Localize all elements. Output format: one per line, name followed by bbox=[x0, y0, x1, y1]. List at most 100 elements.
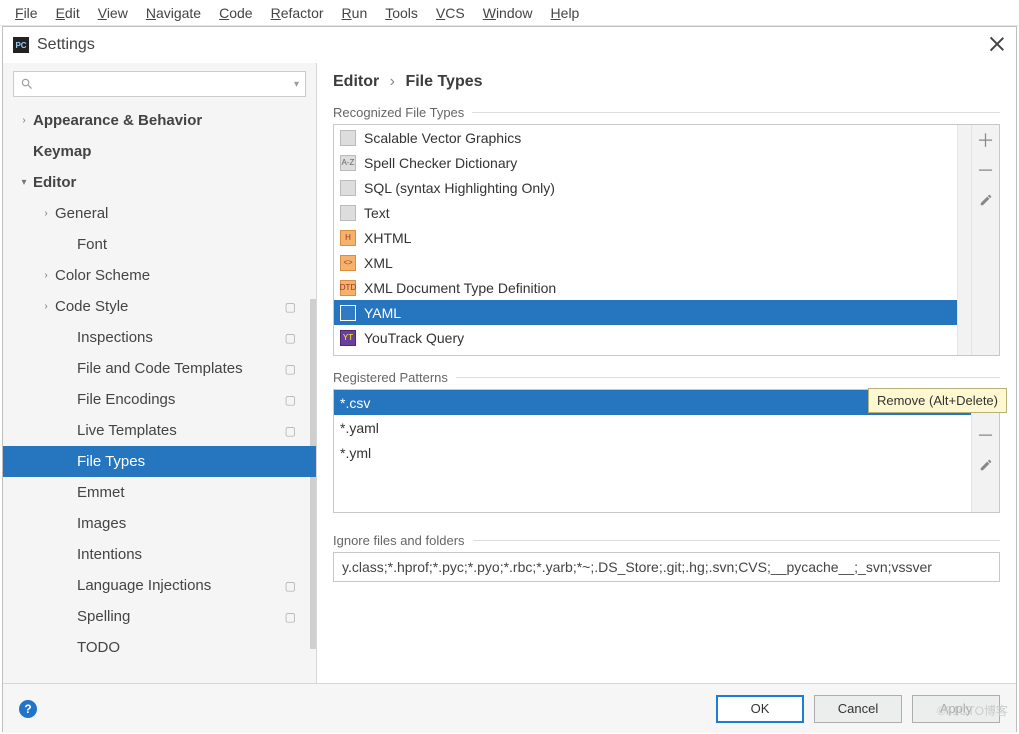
filetype-row[interactable]: YTYouTrack Query bbox=[334, 325, 957, 350]
tree-arrow-icon: ▾ bbox=[17, 176, 31, 190]
tree-item-label: File Encodings bbox=[75, 391, 175, 408]
scope-icon: ▢ bbox=[285, 362, 296, 376]
tree-item-live-templates[interactable]: Live Templates▢ bbox=[3, 415, 316, 446]
settings-search-box[interactable]: ▾ bbox=[13, 71, 306, 97]
menu-help[interactable]: Help bbox=[542, 2, 589, 24]
ignore-label: Ignore files and folders bbox=[333, 533, 1000, 548]
tree-item-code-style[interactable]: ›Code Style▢ bbox=[3, 291, 316, 322]
tree-item-editor[interactable]: ▾Editor bbox=[3, 167, 316, 198]
remove-pattern-button[interactable]: － bbox=[972, 420, 1000, 450]
tree-item-label: Color Scheme bbox=[53, 267, 150, 284]
filetype-row[interactable]: YAML bbox=[334, 300, 957, 325]
filetype-label: XHTML bbox=[364, 230, 411, 246]
tree-arrow-icon bbox=[61, 548, 75, 562]
settings-dialog: PC Settings ▾ ›Appearance & BehaviorKeym… bbox=[2, 26, 1017, 732]
filetype-row[interactable]: SQL (syntax Highlighting Only) bbox=[334, 175, 957, 200]
tree-item-inspections[interactable]: Inspections▢ bbox=[3, 322, 316, 353]
filetype-label: YouTrack Query bbox=[364, 330, 464, 346]
menu-vcs[interactable]: VCS bbox=[427, 2, 474, 24]
tree-item-file-encodings[interactable]: File Encodings ▢ bbox=[3, 384, 316, 415]
filetype-row[interactable]: Text bbox=[334, 200, 957, 225]
filetype-row[interactable]: H XHTML bbox=[334, 225, 957, 250]
scope-icon: ▢ bbox=[285, 393, 296, 407]
tree-item-images[interactable]: Images bbox=[3, 508, 316, 539]
recognized-file-types-list[interactable]: Scalable Vector GraphicsA-ZSpell Checker… bbox=[333, 124, 1000, 356]
menu-window[interactable]: Window bbox=[474, 2, 542, 24]
filetype-icon bbox=[340, 180, 356, 196]
settings-sidebar: ▾ ›Appearance & BehaviorKeymap▾Editor›Ge… bbox=[3, 63, 317, 683]
pattern-label: *.yaml bbox=[340, 420, 379, 436]
scope-icon: ▢ bbox=[285, 579, 296, 593]
filetype-icon: <> bbox=[340, 255, 356, 271]
pattern-row[interactable]: *.yaml bbox=[334, 415, 971, 440]
filetype-icon: DTD bbox=[340, 280, 356, 296]
tree-item-intentions[interactable]: Intentions bbox=[3, 539, 316, 570]
filetype-label: Text bbox=[364, 205, 390, 221]
tree-item-spelling[interactable]: Spelling▢ bbox=[3, 601, 316, 632]
pycharm-icon: PC bbox=[13, 37, 29, 53]
menu-refactor[interactable]: Refactor bbox=[262, 2, 333, 24]
tree-arrow-icon: › bbox=[17, 114, 31, 128]
tree-item-font[interactable]: Font bbox=[3, 229, 316, 260]
menu-run[interactable]: Run bbox=[333, 2, 377, 24]
scrollbar[interactable] bbox=[957, 125, 971, 355]
menu-navigate[interactable]: Navigate bbox=[137, 2, 210, 24]
filetype-label: Spell Checker Dictionary bbox=[364, 155, 517, 171]
tree-item-appearance-behavior[interactable]: ›Appearance & Behavior bbox=[3, 105, 316, 136]
tree-item-label: File Types bbox=[75, 453, 145, 470]
menu-file[interactable]: File bbox=[6, 2, 47, 24]
tree-item-general[interactable]: ›General bbox=[3, 198, 316, 229]
tree-item-language-injections[interactable]: Language Injections▢ bbox=[3, 570, 316, 601]
cancel-button[interactable]: Cancel bbox=[814, 695, 902, 723]
tree-arrow-icon bbox=[61, 362, 75, 376]
add-filetype-button[interactable]: ＋ bbox=[972, 125, 1000, 155]
tree-item-label: Images bbox=[75, 515, 126, 532]
close-icon[interactable] bbox=[988, 35, 1006, 53]
filetype-label: XML bbox=[364, 255, 393, 271]
tree-arrow-icon bbox=[61, 393, 75, 407]
filetype-row[interactable]: A-ZSpell Checker Dictionary bbox=[334, 150, 957, 175]
tree-item-label: Font bbox=[75, 236, 107, 253]
ignore-input[interactable] bbox=[333, 552, 1000, 582]
apply-button[interactable]: Apply bbox=[912, 695, 1000, 723]
filetype-row[interactable]: DTDXML Document Type Definition bbox=[334, 275, 957, 300]
tree-item-label: Spelling bbox=[75, 608, 130, 625]
menu-code[interactable]: Code bbox=[210, 2, 261, 24]
edit-pattern-button[interactable] bbox=[972, 450, 1000, 480]
search-input[interactable] bbox=[38, 77, 294, 92]
tree-item-file-and-code-templates[interactable]: File and Code Templates▢ bbox=[3, 353, 316, 384]
pattern-row[interactable]: *.yml bbox=[334, 440, 971, 465]
remove-filetype-button[interactable]: － bbox=[972, 155, 1000, 185]
dialog-title: Settings bbox=[37, 36, 95, 54]
tree-item-todo[interactable]: TODO bbox=[3, 632, 316, 663]
settings-tree[interactable]: ›Appearance & BehaviorKeymap▾Editor›Gene… bbox=[3, 105, 316, 683]
menu-edit[interactable]: Edit bbox=[47, 2, 89, 24]
tree-item-file-types[interactable]: File Types bbox=[3, 446, 316, 477]
filetype-row[interactable]: Scalable Vector Graphics bbox=[334, 125, 957, 150]
tree-item-color-scheme[interactable]: ›Color Scheme bbox=[3, 260, 316, 291]
filetype-icon bbox=[340, 130, 356, 146]
patterns-label: Registered Patterns bbox=[333, 370, 1000, 385]
pattern-label: *.csv bbox=[340, 395, 370, 411]
breadcrumb-separator: › bbox=[390, 73, 395, 90]
filetype-label: YAML bbox=[364, 305, 401, 321]
tree-item-emmet[interactable]: Emmet bbox=[3, 477, 316, 508]
ok-button[interactable]: OK bbox=[716, 695, 804, 723]
scope-icon: ▢ bbox=[285, 331, 296, 345]
filetype-toolbar: ＋ － bbox=[971, 125, 999, 355]
filetype-row[interactable]: <> XML bbox=[334, 250, 957, 275]
dropdown-icon[interactable]: ▾ bbox=[294, 79, 299, 90]
tree-item-label: Live Templates bbox=[75, 422, 177, 439]
filetype-icon: H bbox=[340, 230, 356, 246]
edit-filetype-button[interactable] bbox=[972, 185, 1000, 215]
menu-view[interactable]: View bbox=[89, 2, 137, 24]
tree-item-keymap[interactable]: Keymap bbox=[3, 136, 316, 167]
filetype-label: SQL (syntax Highlighting Only) bbox=[364, 180, 555, 196]
tree-arrow-icon: › bbox=[39, 207, 53, 221]
tree-arrow-icon bbox=[61, 238, 75, 252]
help-icon[interactable]: ? bbox=[19, 700, 37, 718]
main-menubar[interactable]: FileEditViewNavigateCodeRefactorRunTools… bbox=[0, 0, 1019, 26]
registered-patterns-list[interactable]: *.csv*.yaml*.yml ＋ － Remove (Alt+Delete) bbox=[333, 389, 1000, 513]
menu-tools[interactable]: Tools bbox=[376, 2, 427, 24]
tree-item-label: Editor bbox=[31, 174, 76, 191]
